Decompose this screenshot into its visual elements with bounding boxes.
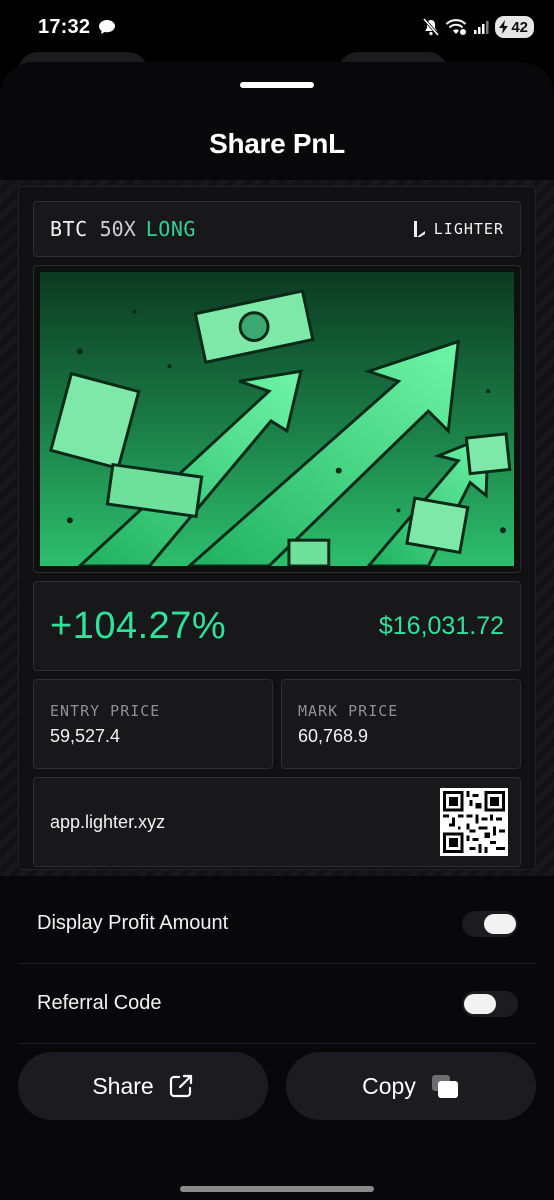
pnl-percent: +104.27% [50,604,227,647]
mark-price-box: MARK PRICE 60,768.9 [281,679,521,769]
status-time: 17:32 [38,15,91,38]
card-header: BTC 50X LONG LIGHTER [33,201,521,257]
brand-name: LIGHTER [433,220,504,238]
referral-code-toggle[interactable] [462,990,518,1017]
share-pnl-sheet: Share PnL BTC 50X LONG LIGHTER +104.27% … [0,62,554,1200]
pair-label: BTC [50,217,88,241]
copy-button[interactable]: Copy [286,1052,536,1120]
card-illustration [33,265,521,573]
leverage-label: 50X [99,217,136,241]
mark-price-value: 60,768.9 [298,726,369,746]
qr-code-icon [440,788,508,856]
signal-icon [474,21,489,34]
chat-icon [99,20,116,34]
pnl-card-area: BTC 50X LONG LIGHTER +104.27% $16,031.72… [0,180,554,876]
setting-label: Referral Code [37,992,162,1014]
copy-button-label: Copy [362,1072,416,1099]
share-button[interactable]: Share [18,1052,268,1120]
app-link: app.lighter.xyz [50,811,166,832]
pnl-card: BTC 50X LONG LIGHTER +104.27% $16,031.72… [18,186,536,870]
wifi-icon [446,19,467,35]
sheet-title: Share PnL [209,128,345,159]
home-indicator[interactable] [180,1186,374,1192]
side-label: LONG [145,217,196,241]
lighter-logo-icon [413,221,425,237]
link-box: app.lighter.xyz [33,777,521,867]
mark-price-label: MARK PRICE [298,702,399,720]
copy-icon [431,1075,458,1098]
setting-label: Display Profit Amount [37,912,229,934]
entry-price-value: 59,527.4 [50,726,121,746]
battery-level: 42 [511,18,528,36]
share-button-label: Share [92,1072,154,1099]
sheet-grabber[interactable] [240,82,314,88]
pnl-amount: $16,031.72 [378,611,504,640]
entry-price-box: ENTRY PRICE 59,527.4 [33,679,273,769]
brand: LIGHTER [412,220,504,238]
entry-price-label: ENTRY PRICE [50,702,161,720]
display-profit-toggle[interactable] [462,910,518,937]
status-bar: 17:32 42 [0,0,554,54]
setting-referral-code: Referral Code [18,964,536,1044]
share-icon [169,1074,192,1098]
pnl-summary: +104.27% $16,031.72 [33,581,521,671]
setting-display-profit-amount: Display Profit Amount [18,884,536,964]
mute-icon [423,18,440,36]
battery-icon: 42 [495,16,534,38]
money-arrows-illustration [40,272,514,566]
